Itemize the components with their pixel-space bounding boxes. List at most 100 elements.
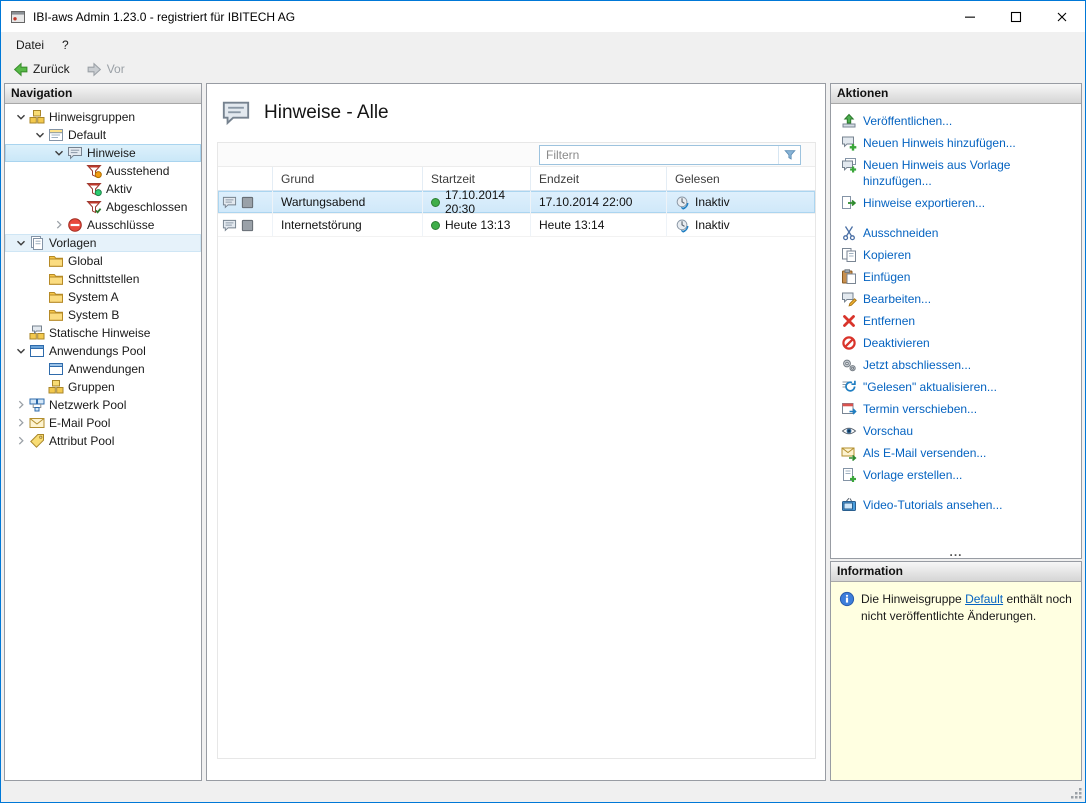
cell-endzeit: Heute 13:14 <box>530 214 666 236</box>
tree-item-system-a[interactable]: System A <box>5 288 201 306</box>
chevron-down-icon[interactable] <box>51 145 67 161</box>
close-button[interactable] <box>1039 1 1085 32</box>
chevron-down-icon[interactable] <box>13 343 29 359</box>
main-title-row: Hinweise - Alle <box>207 84 825 142</box>
statusbar <box>1 782 1085 802</box>
email-pool-icon <box>29 415 45 431</box>
cell-row-icons <box>218 214 272 236</box>
tree-item-netzwerk-pool[interactable]: Netzwerk Pool <box>5 396 201 414</box>
tree-item-anwendungen[interactable]: Anwendungen <box>5 360 201 378</box>
back-button[interactable]: Zurück <box>6 59 76 80</box>
hinweisgruppen-icon <box>29 109 45 125</box>
column-header-grund[interactable]: Grund <box>272 167 422 190</box>
action-entfernen[interactable]: Entfernen <box>831 310 1081 332</box>
forward-button[interactable]: Vor <box>80 59 131 80</box>
chevron-down-icon[interactable] <box>32 127 48 143</box>
tree-item-abgeschlossen[interactable]: Abgeschlossen <box>5 198 201 216</box>
tree-item-ausschlusse[interactable]: Ausschlüsse <box>5 216 201 234</box>
chevron-right-icon[interactable] <box>13 415 29 431</box>
tree-item-system-b[interactable]: System B <box>5 306 201 324</box>
chevron-down-icon[interactable] <box>13 109 29 125</box>
tree-item-hinweisgruppen[interactable]: Hinweisgruppen <box>5 108 201 126</box>
main-panel: Hinweise - Alle GrundStartzeitEndzeitGel… <box>206 83 826 781</box>
maximize-button[interactable] <box>993 1 1039 32</box>
action-hinweise-exportieren[interactable]: Hinweise exportieren... <box>831 192 1081 214</box>
chevron-right-icon[interactable] <box>13 433 29 449</box>
finish-icon <box>841 357 857 373</box>
netzwerk-pool-icon <box>29 397 45 413</box>
tree-item-ausstehend[interactable]: Ausstehend <box>5 162 201 180</box>
menu-datei[interactable]: Datei <box>7 34 53 56</box>
minimize-button[interactable] <box>947 1 993 32</box>
reschedule-icon <box>841 401 857 417</box>
tree-item-label: Netzwerk Pool <box>49 398 126 412</box>
tree-item-label: E-Mail Pool <box>49 416 110 430</box>
action-label: Video-Tutorials ansehen... <box>863 497 1002 513</box>
column-header-icons[interactable] <box>218 167 272 190</box>
action-einfugen[interactable]: Einfügen <box>831 266 1081 288</box>
column-header-endzeit[interactable]: Endzeit <box>530 167 666 190</box>
tree-item-anwendungs-pool[interactable]: Anwendungs Pool <box>5 342 201 360</box>
actions-list: Veröffentlichen...Neuen Hinweis hinzufüg… <box>831 104 1081 516</box>
cell-gelesen: Inaktiv <box>666 214 815 236</box>
action-kopieren[interactable]: Kopieren <box>831 244 1081 266</box>
action-label: Neuen Hinweis aus Vorlage hinzufügen... <box>863 157 1077 189</box>
tree-item-global[interactable]: Global <box>5 252 201 270</box>
chevron-spacer <box>70 199 86 215</box>
chevron-right-icon[interactable] <box>51 217 67 233</box>
actions-overflow[interactable]: ... <box>831 546 1081 558</box>
action-als-e-mail-versenden[interactable]: Als E-Mail versenden... <box>831 442 1081 464</box>
menubar: Datei ? <box>1 32 1085 57</box>
table-row-wartungsabend[interactable]: Wartungsabend17.10.2014 20:3017.10.2014 … <box>218 191 815 214</box>
tree-item-schnittstellen[interactable]: Schnittstellen <box>5 270 201 288</box>
publish-icon <box>841 113 857 129</box>
action-gelesen-aktualisieren[interactable]: "Gelesen" aktualisieren... <box>831 376 1081 398</box>
tree-item-statische-hinweise[interactable]: Statische Hinweise <box>5 324 201 342</box>
chevron-down-icon[interactable] <box>13 235 29 251</box>
action-ausschneiden[interactable]: Ausschneiden <box>831 222 1081 244</box>
cell-endzeit: 17.10.2014 22:00 <box>530 191 666 213</box>
filter-funnel-icon[interactable] <box>778 146 800 164</box>
tree-item-label: Hinweisgruppen <box>49 110 135 124</box>
tree-item-e-mail-pool[interactable]: E-Mail Pool <box>5 414 201 432</box>
action-vorlage-erstellen[interactable]: Vorlage erstellen... <box>831 464 1081 486</box>
action-deaktivieren[interactable]: Deaktivieren <box>831 332 1081 354</box>
filter-input[interactable] <box>540 148 778 162</box>
preview-icon <box>841 423 857 439</box>
action-label: Als E-Mail versenden... <box>863 445 986 461</box>
cut-icon <box>841 225 857 241</box>
navigation-panel-header: Navigation <box>5 84 201 104</box>
cell-grund: Internetstörung <box>272 214 422 236</box>
action-bearbeiten[interactable]: Bearbeiten... <box>831 288 1081 310</box>
information-panel-header: Information <box>831 562 1081 582</box>
tree-item-attribut-pool[interactable]: Attribut Pool <box>5 432 201 450</box>
action-veroffentlichen[interactable]: Veröffentlichen... <box>831 110 1081 132</box>
column-header-startzeit[interactable]: Startzeit <box>422 167 530 190</box>
chevron-right-icon[interactable] <box>13 397 29 413</box>
action-label: Einfügen <box>863 269 910 285</box>
tree-item-gruppen[interactable]: Gruppen <box>5 378 201 396</box>
resize-grip[interactable] <box>1070 787 1083 800</box>
info-default-link[interactable]: Default <box>965 592 1003 606</box>
chevron-spacer <box>32 307 48 323</box>
chevron-spacer <box>32 379 48 395</box>
chevron-spacer <box>70 163 86 179</box>
menu-help[interactable]: ? <box>53 34 78 56</box>
action-termin-verschieben[interactable]: Termin verschieben... <box>831 398 1081 420</box>
action-jetzt-abschliessen[interactable]: Jetzt abschliessen... <box>831 354 1081 376</box>
tree-item-vorlagen[interactable]: Vorlagen <box>5 234 201 252</box>
table-row-internetstorung[interactable]: Internetstörung Heute 13:13 Heute 13:14Ina… <box>218 214 815 237</box>
tree-item-aktiv[interactable]: Aktiv <box>5 180 201 198</box>
tree-item-default[interactable]: Default <box>5 126 201 144</box>
toolbar: Zurück Vor <box>1 57 1085 81</box>
remove-icon <box>841 313 857 329</box>
action-neuen-hinweis-hinzufugen[interactable]: Neuen Hinweis hinzufügen... <box>831 132 1081 154</box>
startzeit-text: Heute 13:13 <box>445 218 510 232</box>
deactivate-icon <box>841 335 857 351</box>
tree-item-hinweise[interactable]: Hinweise <box>5 144 201 162</box>
action-vorschau[interactable]: Vorschau <box>831 420 1081 442</box>
tree-item-label: System B <box>68 308 119 322</box>
action-neuen-hinweis-aus-vorlage-hinzufugen[interactable]: Neuen Hinweis aus Vorlage hinzufügen... <box>831 154 1081 192</box>
action-video-tutorials-ansehen[interactable]: Video-Tutorials ansehen... <box>831 494 1081 516</box>
column-header-gelesen[interactable]: Gelesen <box>666 167 815 190</box>
